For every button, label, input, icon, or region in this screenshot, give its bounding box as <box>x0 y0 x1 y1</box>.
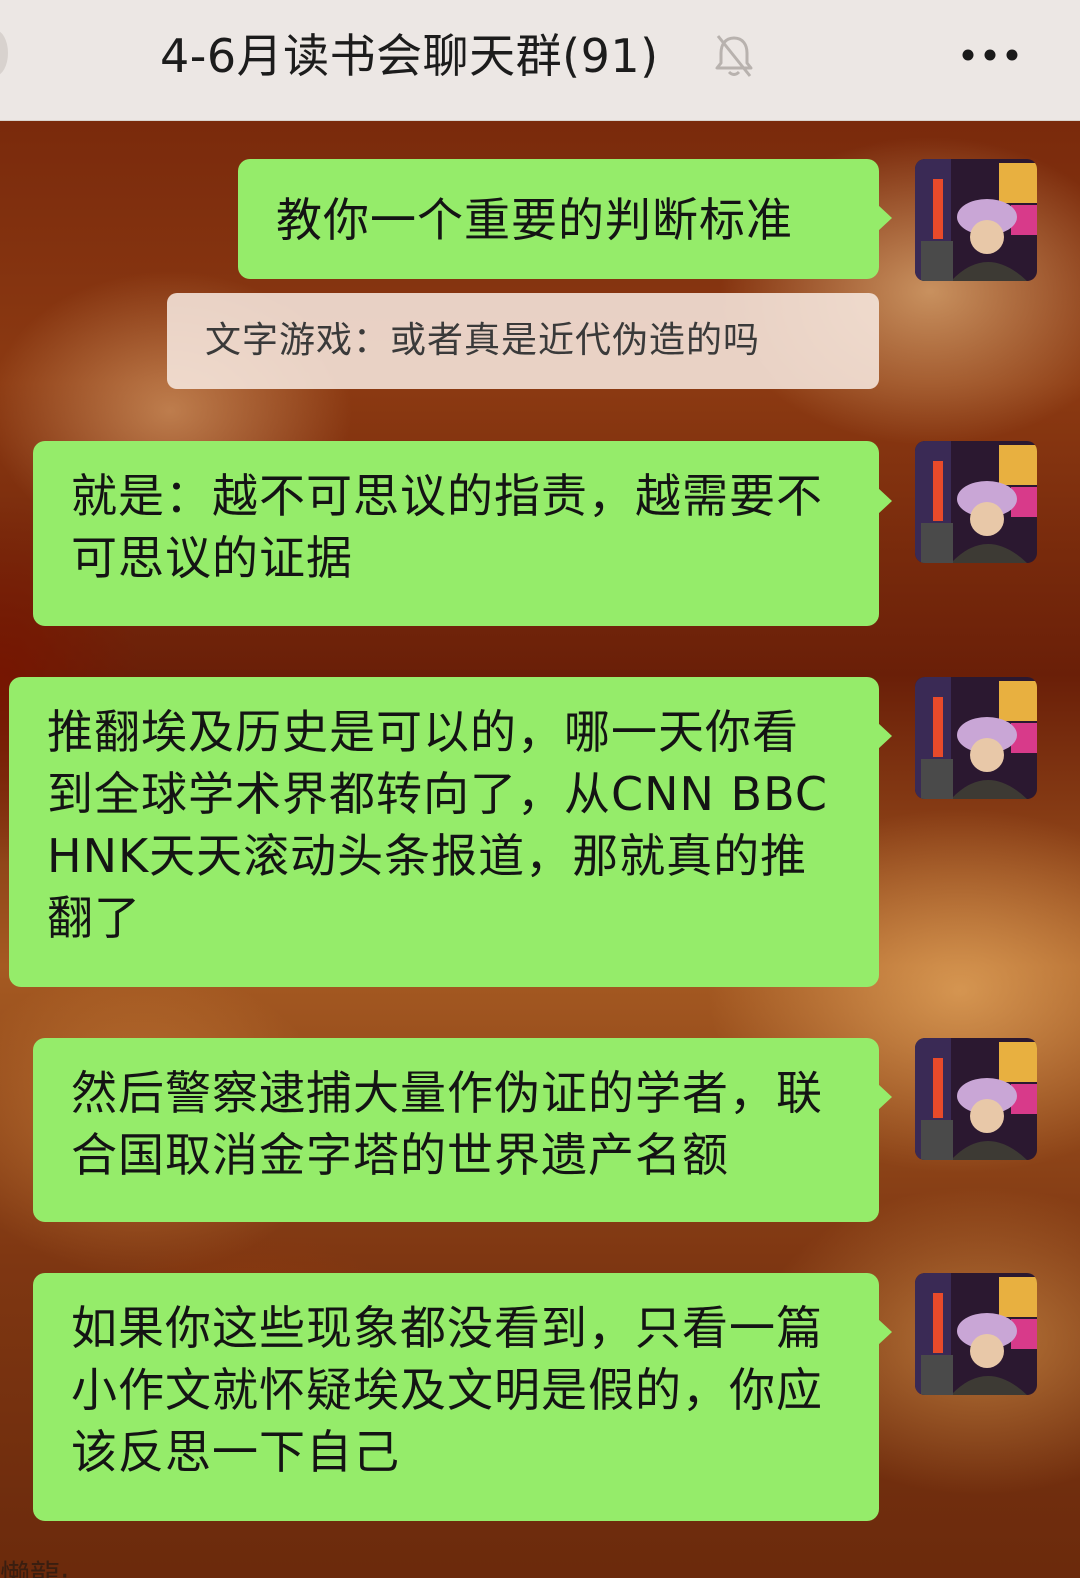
message-text: 然后警察逮捕大量作伪证的学者，联合国取消金字塔的世界遗产名额 <box>71 1066 823 1182</box>
chat-title[interactable]: 4-6月读书会聊天群(91) <box>160 24 659 88</box>
avatar[interactable] <box>915 159 1037 281</box>
message-bubble[interactable]: 就是：越不可思议的指责，越需要不可思议的证据 <box>33 441 892 626</box>
bubble-tail <box>878 488 892 514</box>
quoted-message[interactable]: 文字游戏：或者真是近代伪造的吗 <box>167 293 879 389</box>
quoted-text: 文字游戏：或者真是近代伪造的吗 <box>205 320 761 361</box>
avatar[interactable] <box>915 677 1037 799</box>
message-bubble[interactable]: 然后警察逮捕大量作伪证的学者，联合国取消金字塔的世界遗产名额 <box>33 1038 892 1222</box>
bell-slash-icon <box>712 32 756 80</box>
message-text: 教你一个重要的判断标准 <box>276 193 793 247</box>
message-bubble[interactable]: 如果你这些现象都没看到，只看一篇小作文就怀疑埃及文明是假的，你应该反思一下自己 <box>33 1273 892 1521</box>
message-text: 如果你这些现象都没看到，只看一篇小作文就怀疑埃及文明是假的，你应该反思一下自己 <box>71 1301 823 1479</box>
back-button[interactable] <box>0 30 8 76</box>
bubble-tail <box>878 1319 892 1345</box>
message-bubble[interactable]: 推翻埃及历史是可以的，哪一天你看到全球学术界都转向了，从CNN BBC HNK天… <box>9 677 892 987</box>
avatar[interactable] <box>915 1273 1037 1395</box>
message-bubble[interactable]: 教你一个重要的判断标准 <box>238 159 892 279</box>
partial-sender-label: 懒龍· <box>0 1559 70 1578</box>
ellipsis-icon[interactable] <box>958 40 1022 70</box>
message-text: 就是：越不可思议的指责，越需要不可思议的证据 <box>71 469 823 585</box>
avatar[interactable] <box>915 441 1037 563</box>
avatar[interactable] <box>915 1038 1037 1160</box>
chat-header: 4-6月读书会聊天群(91) <box>0 0 1080 121</box>
chat-area[interactable]: 教你一个重要的判断标准 文字游戏：或者真是近代伪造的吗 就是：越不可思议的指责，… <box>0 121 1080 1578</box>
message-text: 推翻埃及历史是可以的，哪一天你看到全球学术界都转向了，从CNN BBC HNK天… <box>47 705 828 945</box>
bubble-tail <box>878 205 892 231</box>
bubble-tail <box>878 1084 892 1110</box>
bubble-tail <box>878 723 892 749</box>
